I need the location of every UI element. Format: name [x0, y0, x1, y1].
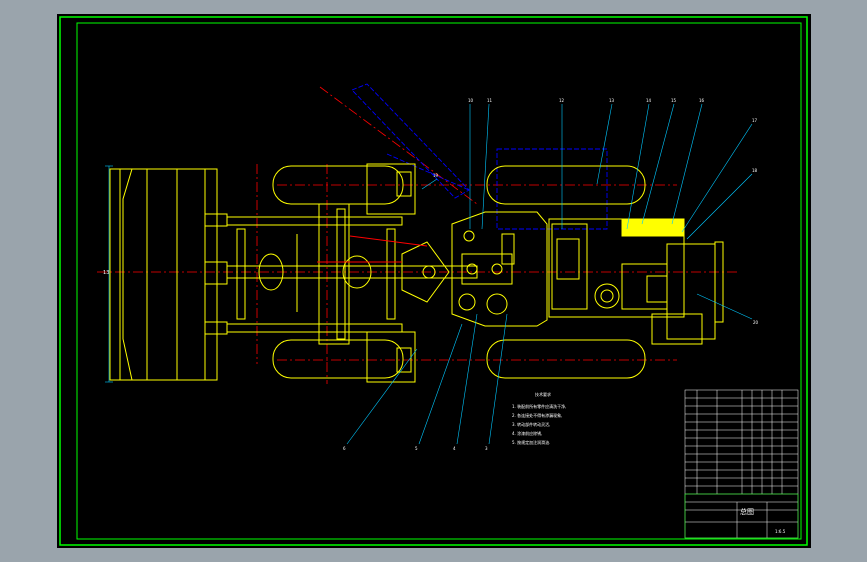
fuel-tank	[621, 219, 685, 237]
balloon: 19	[433, 173, 439, 178]
note-line: 4. 涂漆前应除锈,	[512, 430, 542, 436]
balloon: 13	[609, 98, 615, 103]
balloons-right: 20	[753, 320, 759, 325]
wheels	[272, 163, 646, 383]
balloon: 18	[752, 168, 758, 173]
balloon: 4	[453, 446, 456, 451]
inner-border	[76, 22, 802, 540]
balloons-bottom: 6 5 4 3	[343, 446, 488, 451]
dimension-label: 13	[103, 270, 109, 276]
balloon: 11	[487, 98, 493, 103]
hydraulic-lines	[317, 235, 428, 263]
notes-heading: 技术要求	[535, 391, 551, 397]
balloon: 3	[485, 446, 488, 451]
boom-frame	[226, 203, 478, 345]
hidden-arm	[351, 83, 608, 230]
outer-border	[59, 16, 808, 546]
balloon: 12	[559, 98, 565, 103]
balloon: 6	[343, 446, 346, 451]
drawing-sheet: 13 10 11 12 13 14 15 16 17 18 19 6 5 4 3…	[57, 14, 811, 548]
technical-notes: 技术要求 1. 装配前所有零件应清洗干净, 2. 各连接处不得有渗漏现象, 3.…	[512, 391, 566, 445]
engine	[548, 218, 724, 345]
note-line: 5. 按规定加注润滑油.	[512, 439, 550, 445]
note-line: 3. 转动部件转动灵活,	[512, 421, 550, 427]
balloon: 17	[752, 118, 758, 123]
cad-drawing: 13 10 11 12 13 14 15 16 17 18 19 6 5 4 3…	[59, 16, 808, 546]
bucket	[109, 168, 228, 381]
balloon: 10	[468, 98, 474, 103]
balloon: 15	[671, 98, 677, 103]
balloon: 5	[415, 446, 418, 451]
chassis	[401, 211, 548, 327]
title-block-title: 总图	[740, 507, 754, 516]
balloon: 14	[646, 98, 652, 103]
balloon: 20	[753, 320, 759, 325]
balloon: 16	[699, 98, 705, 103]
note-line: 2. 各连接处不得有渗漏现象,	[512, 412, 562, 418]
note-line: 1. 装配前所有零件应清洗干净,	[512, 403, 566, 409]
title-block-scale: 1:6.5	[775, 529, 786, 534]
